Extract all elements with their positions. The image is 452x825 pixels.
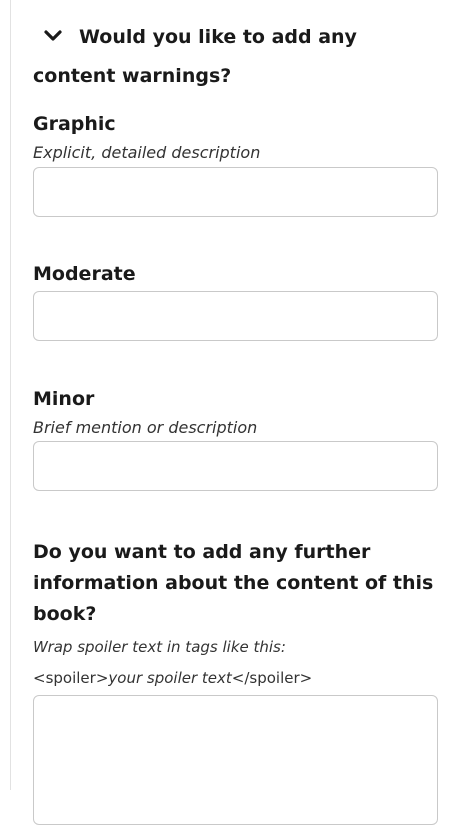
further-info-textarea[interactable] [33,695,438,825]
spoiler-close-tag: </spoiler> [231,669,313,687]
moderate-label: Moderate [33,263,136,285]
moderate-input[interactable] [33,291,438,341]
further-info-label: Do you want to add any further informati… [33,541,434,625]
chevron-down-icon [43,29,63,43]
minor-hint: Brief mention or description [33,418,258,437]
section-title: Would you like to add any content warnin… [33,26,357,87]
graphic-input[interactable] [33,167,438,217]
spoiler-open-tag: <spoiler> [33,669,109,687]
minor-label: Minor [33,388,95,410]
spoiler-inner-text: your spoiler text [108,669,232,687]
graphic-hint: Explicit, detailed description [33,143,261,162]
further-info-hint: Wrap spoiler text in tags like this: [33,638,286,656]
spoiler-example: <spoiler>your spoiler text</spoiler> [33,667,312,689]
left-border [10,0,11,790]
content-warnings-toggle[interactable]: Would you like to add any content warnin… [33,18,433,96]
minor-input[interactable] [33,441,438,491]
graphic-label: Graphic [33,113,116,135]
